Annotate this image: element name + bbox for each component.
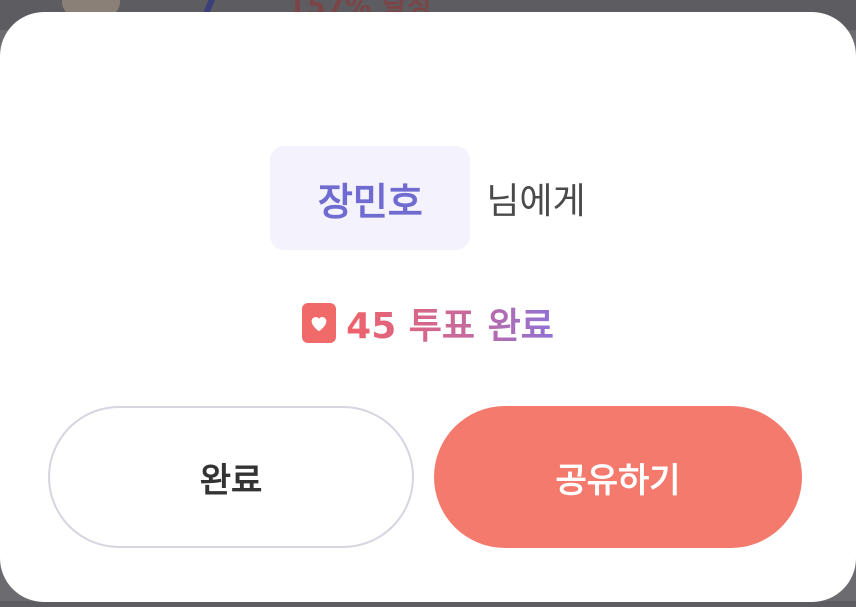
recipient-name-chip: 장민호 [270,146,471,250]
recipient-row: 장민호 님에게 [0,146,856,250]
vote-status-row: 45 투표 완료 [0,298,856,348]
done-button[interactable]: 완료 [48,406,414,548]
vote-count-message: 45 투표 완료 [346,297,554,349]
recipient-suffix: 님에게 [486,181,586,222]
share-button[interactable]: 공유하기 [434,406,802,548]
heart-icon [302,303,337,343]
